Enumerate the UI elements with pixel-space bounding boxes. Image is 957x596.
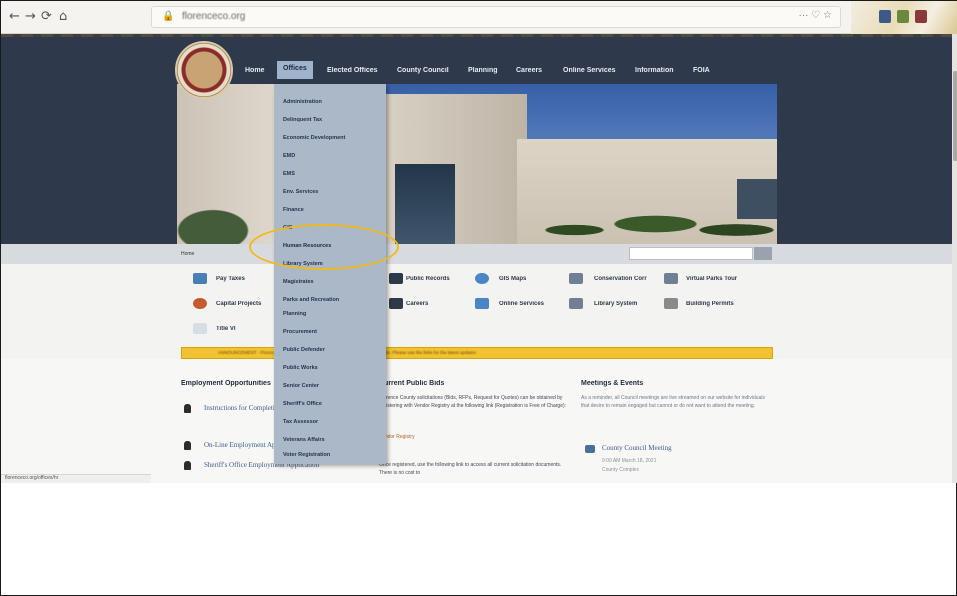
address-bar[interactable]: 🔒 florenceco.org ··· ♡ ☆ [151, 6, 841, 28]
event-time: 9:00 AM March 18, 2021 [602, 458, 657, 464]
breadcrumb[interactable]: Home [181, 251, 194, 257]
meetings-title: Meetings & Events [581, 380, 644, 387]
event-title-link[interactable]: County Council Meeting [602, 444, 672, 452]
screenshot-frame: ← → ⟳ ⌂ 🔒 florenceco.org ··· ♡ ☆ Home Of… [0, 0, 957, 596]
virtual-parks-tour-icon [664, 273, 678, 284]
pay-taxes-icon [193, 273, 207, 284]
quicklink-capital-projects[interactable]: Capital Projects [216, 301, 261, 307]
lock-icon: 🔒 [162, 11, 175, 22]
careers-icon [389, 298, 403, 309]
event-location: County Complex [602, 467, 639, 473]
dropdown-item-magistrates[interactable]: Magistrates [283, 279, 314, 285]
offices-dropdown-menu: Administration Delinquent Tax Economic D… [274, 84, 386, 464]
county-seal-logo[interactable] [175, 41, 233, 99]
dropdown-item-administration[interactable]: Administration [283, 99, 322, 105]
meetings-text: As a reminder, all Council meetings are … [581, 395, 765, 409]
quicklink-library-system[interactable]: Library System [594, 301, 637, 307]
library-icon[interactable] [897, 10, 909, 23]
quicklink-public-records[interactable]: Public Records [406, 276, 450, 282]
dropdown-item-economic-development[interactable]: Economic Development [283, 135, 345, 141]
search-input[interactable] [629, 247, 753, 260]
back-icon[interactable]: ← [9, 10, 20, 24]
dropdown-item-finance[interactable]: Finance [283, 207, 304, 213]
dropdown-item-senior-center[interactable]: Senior Center [283, 383, 319, 389]
browser-screenshot: ← → ⟳ ⌂ 🔒 florenceco.org ··· ♡ ☆ Home Of… [1, 1, 957, 483]
hero-side-left [1, 84, 177, 244]
quicklink-pay-taxes[interactable]: Pay Taxes [216, 276, 245, 282]
browser-toolbar: ← → ⟳ ⌂ 🔒 florenceco.org ··· ♡ ☆ [1, 1, 957, 34]
person-icon [184, 404, 191, 413]
breadcrumb-bar [1, 244, 957, 264]
home-icon[interactable]: ⌂ [59, 10, 67, 24]
quicklink-virtual-parks-tour[interactable]: Virtual Parks Tour [686, 276, 737, 282]
nav-careers[interactable]: Careers [516, 67, 542, 74]
extensions-area [851, 1, 957, 34]
nav-elected-offices[interactable]: Elected Offices [327, 67, 378, 74]
dropdown-item-public-works[interactable]: Public Works [283, 365, 318, 371]
person-icon [184, 461, 191, 470]
highlight-annotation-ring [249, 224, 399, 270]
status-bar-url: florenceco.org/offices/hr [1, 474, 151, 483]
bids-title: Current Public Bids [379, 380, 445, 387]
quicklink-careers[interactable]: Careers [406, 301, 428, 307]
forward-icon[interactable]: → [25, 10, 36, 24]
calendar-icon [585, 445, 595, 453]
dropdown-item-parks-and-recreation[interactable]: Parks and Recreation [283, 297, 339, 303]
header-trim [1, 34, 957, 37]
person-icon [184, 441, 191, 450]
quicklink-building-permits[interactable]: Building Permits [686, 301, 734, 307]
hero-image [177, 84, 777, 244]
conservation-corr-icon [569, 273, 583, 284]
dropdown-item-ems[interactable]: EMS [283, 171, 295, 177]
site-header [1, 34, 957, 84]
quicklink-online-services[interactable]: Online Services [499, 301, 544, 307]
dropdown-item-procurement[interactable]: Procurement [283, 329, 317, 335]
quicklink-conservation-corr[interactable]: Conservation Corr [594, 276, 647, 282]
title-vi-icon [193, 323, 207, 334]
building-permits-icon [664, 298, 678, 309]
announcement-bar[interactable]: ANNOUNCEMENT · Florence County Covid-19 … [181, 347, 773, 359]
dropdown-item-public-defender[interactable]: Public Defender [283, 347, 325, 353]
online-services-icon [475, 298, 489, 309]
hero-side-right [777, 84, 957, 244]
bookmark-icon[interactable]: ··· ♡ ☆ [799, 10, 832, 21]
dropdown-item-planning[interactable]: Planning [283, 311, 306, 317]
dropdown-item-tax-assessor[interactable]: Tax Assessor [283, 419, 318, 425]
bids-text: Florence County solicitations (Bids, RFP… [379, 395, 567, 409]
public-records-icon [389, 273, 403, 284]
quicklink-title-vi[interactable]: Title VI [216, 326, 236, 332]
nav-planning[interactable]: Planning [468, 67, 498, 74]
dropdown-item-env-services[interactable]: Env. Services [283, 189, 318, 195]
bids-text-2: Once registered, use the following link … [379, 462, 562, 476]
employment-title: Employment Opportunities [181, 380, 271, 387]
dropdown-item-sheriffs-office[interactable]: Sheriff's Office [283, 401, 322, 407]
extension-icon[interactable] [879, 10, 891, 23]
url-text: florenceco.org [182, 11, 246, 22]
dropdown-item-emd[interactable]: EMD [283, 153, 295, 159]
reload-icon[interactable]: ⟳ [41, 10, 52, 24]
dropdown-item-voter-registration[interactable]: Voter Registration [283, 452, 330, 458]
dropdown-item-delinquent-tax[interactable]: Delinquent Tax [283, 117, 322, 123]
nav-information[interactable]: Information [635, 67, 674, 74]
dropdown-item-veterans-affairs[interactable]: Veterans Affairs [283, 437, 325, 443]
nav-foia[interactable]: FOIA [693, 67, 710, 74]
nav-county-council[interactable]: County Council [397, 67, 449, 74]
capital-projects-icon [193, 298, 207, 309]
scrollbar-thumb[interactable] [953, 71, 957, 161]
gis-maps-icon [475, 273, 489, 284]
search-button[interactable] [754, 247, 772, 260]
nav-home[interactable]: Home [245, 67, 264, 74]
quicklink-gis-maps[interactable]: GIS Maps [499, 276, 526, 282]
menu-icon[interactable] [915, 10, 927, 23]
library-system-icon [569, 298, 583, 309]
nav-online-services[interactable]: Online Services [563, 67, 616, 74]
nav-offices[interactable]: Offices [277, 61, 313, 79]
